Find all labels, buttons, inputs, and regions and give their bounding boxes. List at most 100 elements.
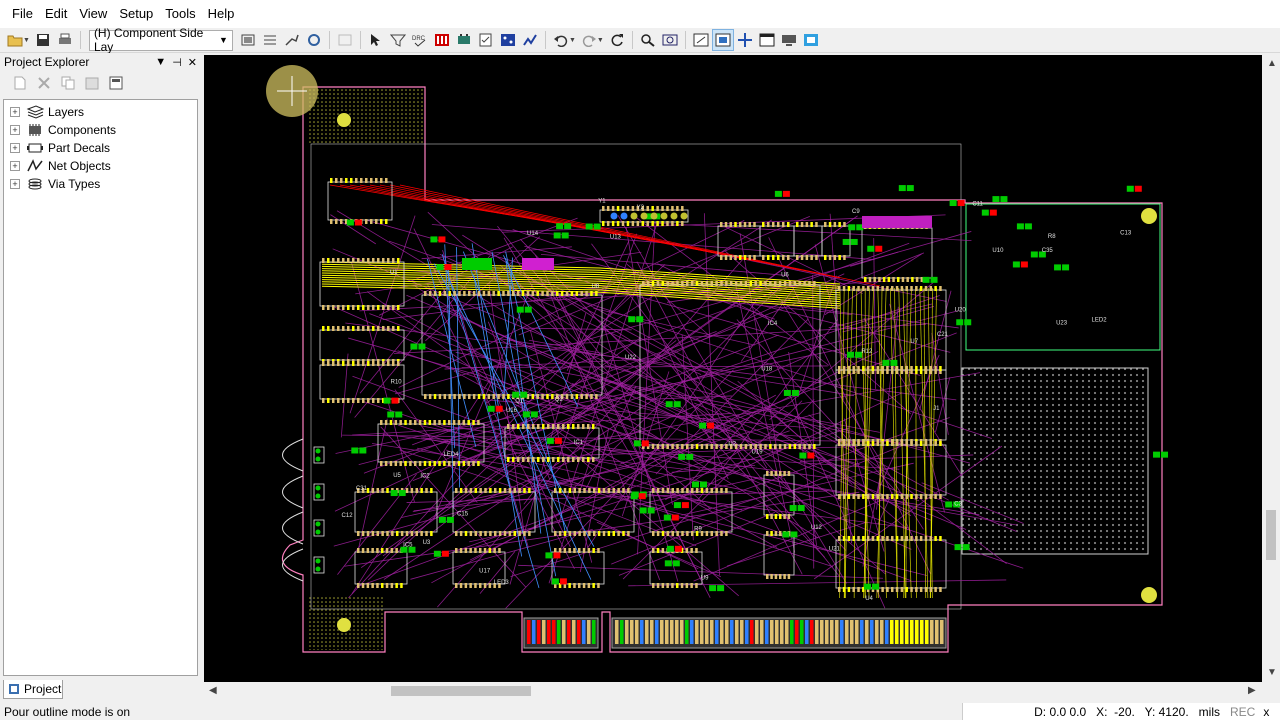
tree-item-part-decals[interactable]: + Part Decals bbox=[4, 139, 197, 157]
zoom-icon[interactable] bbox=[637, 29, 659, 51]
redo-dropdown-icon[interactable]: ▼ bbox=[597, 37, 604, 44]
open-dropdown-icon[interactable]: ▼ bbox=[23, 37, 30, 44]
connector-finger bbox=[790, 620, 794, 644]
save-icon[interactable] bbox=[32, 29, 54, 51]
menu-help[interactable]: Help bbox=[202, 0, 241, 28]
refdes-label: C12 bbox=[342, 513, 354, 519]
smd-pad bbox=[847, 366, 851, 371]
layer-setup-icon[interactable] bbox=[237, 29, 259, 51]
menu-setup[interactable]: Setup bbox=[113, 0, 159, 28]
verify-icon[interactable] bbox=[475, 29, 497, 51]
pin-icon[interactable]: ⊣ bbox=[172, 56, 182, 69]
eco-icon[interactable] bbox=[431, 29, 453, 51]
smd-pad bbox=[459, 548, 463, 553]
passive-pad bbox=[949, 200, 957, 207]
passive-pad bbox=[487, 405, 495, 412]
smd-pad bbox=[376, 488, 379, 493]
smd-pad bbox=[748, 255, 751, 260]
vertical-scrollbar[interactable]: ▲ ▼ bbox=[1262, 55, 1280, 682]
tree-item-via-types[interactable]: + Via Types bbox=[4, 175, 197, 193]
smd-pad bbox=[367, 258, 370, 263]
new-icon[interactable] bbox=[10, 73, 30, 93]
smd-pad bbox=[577, 424, 580, 429]
expand-icon[interactable]: + bbox=[10, 161, 20, 171]
smd-pad bbox=[588, 488, 591, 493]
properties-icon[interactable] bbox=[259, 29, 281, 51]
screen-icon[interactable] bbox=[778, 29, 800, 51]
status-rec: REC bbox=[1230, 704, 1256, 719]
smd-pad bbox=[777, 222, 780, 227]
tree-label: Net Objects bbox=[48, 159, 111, 173]
tab-project[interactable]: Project bbox=[3, 680, 63, 699]
expand-icon[interactable]: + bbox=[10, 143, 20, 153]
menu-edit[interactable]: Edit bbox=[39, 0, 73, 28]
scroll-left-icon[interactable]: ◀ bbox=[209, 685, 217, 696]
smd-pad bbox=[929, 536, 933, 541]
pcb-canvas[interactable]: U5 U6 U8 U10 U13 U14 U12 U3 U7 U4 U1 U9 U2 IC1 IC2 IC4 I… bbox=[204, 55, 1262, 682]
window-icon[interactable] bbox=[756, 29, 778, 51]
smd-pad bbox=[474, 548, 477, 553]
undo-dropdown-icon[interactable]: ▼ bbox=[569, 37, 576, 44]
smd-pad bbox=[337, 326, 340, 331]
horizontal-scrollbar[interactable]: ◀ ▶ bbox=[204, 682, 1262, 700]
status-bar: Pour outline mode is on D: 0.0 0.0 X: -2… bbox=[0, 703, 1280, 720]
smd-pad bbox=[847, 494, 851, 499]
smd-pad bbox=[700, 281, 704, 286]
copy-icon[interactable] bbox=[58, 73, 78, 93]
tree-item-net-objects[interactable]: + Net Objects bbox=[4, 157, 197, 175]
scroll-up-icon[interactable]: ▲ bbox=[1267, 58, 1277, 69]
dropdown-icon[interactable]: ▼ bbox=[155, 56, 166, 69]
pan-icon[interactable] bbox=[690, 29, 712, 51]
tiles-icon[interactable] bbox=[800, 29, 822, 51]
pcb-board-view[interactable]: U5 U6 U8 U10 U13 U14 U12 U3 U7 U4 U1 U9 U2 IC1 IC2 IC4 I… bbox=[204, 55, 1262, 682]
filter-icon[interactable] bbox=[387, 29, 409, 51]
menu-tools[interactable]: Tools bbox=[159, 0, 201, 28]
close-icon[interactable]: ✕ bbox=[188, 56, 197, 69]
connector-finger bbox=[730, 620, 734, 644]
smd-pad bbox=[488, 583, 492, 588]
components-toolbar-icon[interactable] bbox=[453, 29, 475, 51]
refresh-icon[interactable] bbox=[303, 29, 325, 51]
smd-pad bbox=[322, 326, 325, 331]
tree-item-layers[interactable]: + Layers bbox=[4, 103, 197, 121]
route-icon[interactable] bbox=[281, 29, 303, 51]
smd-pad bbox=[414, 420, 417, 425]
smd-pad bbox=[410, 531, 414, 536]
vertical-scroll-thumb[interactable] bbox=[1266, 510, 1276, 560]
smd-pad bbox=[710, 444, 713, 449]
drc-icon[interactable]: DRC bbox=[409, 29, 431, 51]
menu-view[interactable]: View bbox=[73, 0, 113, 28]
expand-icon[interactable]: + bbox=[10, 179, 20, 189]
select-arrow-icon[interactable] bbox=[365, 29, 387, 51]
fit-window-icon[interactable] bbox=[711, 29, 734, 51]
print-icon[interactable] bbox=[54, 29, 76, 51]
smd-pad bbox=[777, 255, 780, 260]
redraw-icon[interactable] bbox=[606, 29, 628, 51]
move-icon[interactable] bbox=[734, 29, 756, 51]
menu-file[interactable]: File bbox=[6, 0, 39, 28]
smd-pad bbox=[754, 281, 757, 286]
connector-finger bbox=[870, 620, 874, 644]
expand-icon[interactable]: + bbox=[10, 107, 20, 117]
layer-select[interactable]: (H) Component Side Lay ▼ bbox=[88, 26, 233, 54]
paste-icon[interactable] bbox=[82, 73, 102, 93]
horizontal-scroll-thumb[interactable] bbox=[391, 686, 531, 696]
expand-icon[interactable]: + bbox=[10, 125, 20, 135]
smd-pad bbox=[934, 286, 937, 291]
scroll-right-icon[interactable]: ▶ bbox=[1248, 685, 1256, 696]
status-coordinates: D: 0.0 0.0 X: -20. Y: 4120. mils bbox=[962, 703, 1224, 720]
smd-pad bbox=[362, 398, 365, 403]
scroll-down-icon[interactable]: ▼ bbox=[1267, 667, 1277, 678]
tree-item-components[interactable]: + Components bbox=[4, 121, 197, 139]
properties-icon[interactable] bbox=[106, 73, 126, 93]
smd-pad bbox=[335, 219, 338, 224]
delete-icon[interactable] bbox=[34, 73, 54, 93]
smd-pad bbox=[507, 457, 510, 462]
smd-pad bbox=[494, 488, 497, 493]
smd-pad bbox=[779, 514, 782, 519]
nets-icon[interactable] bbox=[497, 29, 519, 51]
passive-pad bbox=[638, 493, 646, 500]
highlight-icon[interactable] bbox=[519, 29, 541, 51]
smd-pad bbox=[483, 583, 487, 588]
board-zoom-icon[interactable] bbox=[659, 29, 681, 51]
